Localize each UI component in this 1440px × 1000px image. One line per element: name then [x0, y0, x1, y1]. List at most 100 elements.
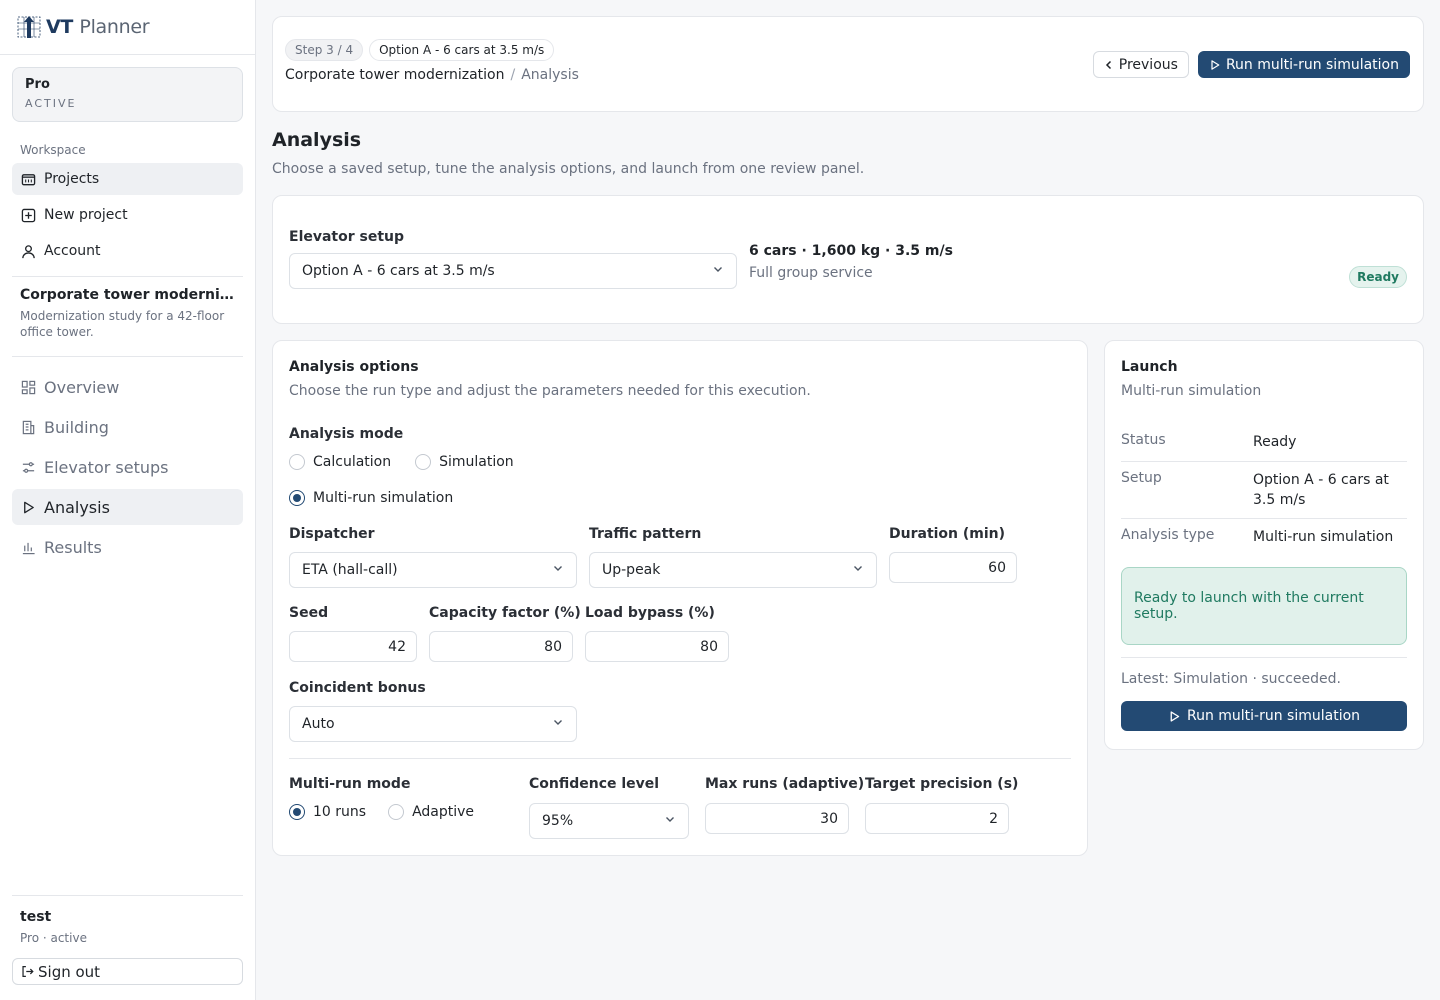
page-title: Analysis	[272, 129, 362, 151]
latest-run-status: Latest: Simulation · succeeded.	[1121, 671, 1341, 687]
row-value: Option A - 6 cars at 3.5 m/s	[1253, 472, 1389, 508]
previous-button[interactable]: Previous	[1092, 51, 1189, 78]
app-logo[interactable]: VT Planner	[0, 0, 255, 55]
launch-run-button[interactable]: Run multi-run simulation	[1121, 701, 1407, 731]
radio-label: Calculation	[313, 454, 392, 470]
row-key: Setup	[1121, 470, 1162, 486]
chevron-down-icon	[664, 813, 676, 829]
multi-run-mode-label: Multi-run mode	[289, 776, 411, 792]
sliders-icon	[20, 459, 36, 475]
user-icon	[20, 243, 36, 259]
sidebar-item-overview[interactable]: Overview	[12, 369, 243, 405]
chevron-down-icon	[552, 716, 564, 732]
building-icon	[20, 419, 36, 435]
sidebar-item-label: Account	[44, 243, 101, 259]
duration-input[interactable]: 60	[889, 552, 1017, 583]
radio-label: 10 runs	[313, 804, 367, 820]
mode-multi-run-radio[interactable]: Multi-run simulation	[289, 490, 453, 506]
launch-type-row: Analysis type Multi-run simulation	[1121, 519, 1407, 557]
project-description: Modernization study for a 42-floor offic…	[20, 309, 225, 339]
target-precision-input[interactable]: 2	[865, 803, 1009, 834]
seed-input[interactable]: 42	[289, 631, 417, 662]
load-bypass-input[interactable]: 80	[585, 631, 729, 662]
confidence-level-label: Confidence level	[529, 776, 660, 792]
dispatcher-label: Dispatcher	[289, 526, 375, 542]
breadcrumb-current: Analysis	[521, 67, 579, 83]
breadcrumb-separator: /	[510, 67, 516, 83]
workspace-label: Workspace	[20, 143, 86, 157]
play-icon	[1209, 59, 1221, 71]
radio-dot	[388, 804, 405, 820]
divider	[12, 356, 243, 357]
max-runs-input[interactable]: 30	[705, 803, 849, 834]
capacity-factor-input[interactable]: 80	[429, 631, 573, 662]
load-bypass-label: Load bypass (%)	[585, 605, 715, 621]
mode-calculation-radio[interactable]: Calculation	[289, 454, 391, 470]
breadcrumb-project[interactable]: Corporate tower modernization	[285, 67, 504, 83]
page-subtitle: Choose a saved setup, tune the analysis …	[272, 161, 865, 177]
confidence-level-select[interactable]: 95%	[529, 803, 689, 839]
dispatcher-value: ETA (hall-call)	[302, 562, 398, 578]
capacity-factor-label: Capacity factor (%)	[429, 605, 581, 621]
elevator-setup-select[interactable]: Option A - 6 cars at 3.5 m/s	[289, 253, 737, 289]
radio-dot-checked	[289, 490, 305, 506]
coincident-bonus-value: Auto	[302, 716, 335, 732]
traffic-pattern-value: Up-peak	[602, 562, 661, 578]
radio-label: Simulation	[439, 454, 514, 470]
run-label: Run multi-run simulation	[1225, 56, 1399, 73]
plus-square-icon	[20, 207, 36, 223]
logo-icon	[17, 16, 41, 38]
launch-title: Launch	[1121, 359, 1178, 375]
elevator-setup-value: Option A - 6 cars at 3.5 m/s	[302, 263, 495, 279]
sidebar-item-elevator-setups[interactable]: Elevator setups	[12, 449, 243, 485]
bar-chart-icon	[20, 539, 36, 555]
sidebar-item-analysis[interactable]: Analysis	[12, 489, 243, 525]
current-project: Corporate tower modernizati... Moderniza…	[0, 277, 255, 356]
sidebar-item-projects[interactable]: Projects	[12, 163, 243, 195]
sidebar-item-label: Results	[44, 537, 102, 557]
divider	[289, 758, 1071, 759]
sign-out-button[interactable]: Sign out	[12, 958, 243, 985]
folder-icon	[20, 171, 36, 187]
sidebar-item-label: Projects	[44, 171, 100, 187]
row-value: Ready	[1253, 434, 1297, 450]
sidebar-item-label: Building	[44, 417, 109, 437]
project-title: Corporate tower modernizati...	[20, 287, 235, 303]
duration-label: Duration (min)	[889, 526, 1006, 542]
page-header: Step 3 / 4 Option A - 6 cars at 3.5 m/s …	[272, 16, 1424, 112]
launch-setup-row: Setup Option A - 6 cars at 3.5 m/s	[1121, 462, 1407, 519]
seed-label: Seed	[289, 605, 329, 621]
sidebar-item-new-project[interactable]: New project	[12, 199, 243, 231]
user-plan: Pro · active	[20, 931, 87, 945]
logo-text-light: Planner	[79, 16, 150, 38]
sidebar-item-results[interactable]: Results	[12, 529, 243, 565]
main-content: Step 3 / 4 Option A - 6 cars at 3.5 m/s …	[256, 0, 1440, 1000]
plan-card: Pro ACTIVE	[12, 67, 243, 122]
multi-run-10-runs-radio[interactable]: 10 runs	[289, 804, 366, 820]
options-subtitle: Choose the run type and adjust the param…	[289, 383, 811, 399]
mode-simulation-radio[interactable]: Simulation	[415, 454, 514, 470]
setup-spec: 6 cars · 1,600 kg · 3.5 m/s	[749, 243, 953, 259]
sidebar-item-account[interactable]: Account	[12, 235, 243, 267]
row-key: Analysis type	[1121, 527, 1215, 543]
launch-subtitle: Multi-run simulation	[1121, 383, 1262, 399]
multi-run-adaptive-radio[interactable]: Adaptive	[388, 804, 474, 820]
plan-status: ACTIVE	[25, 97, 77, 110]
play-icon	[20, 499, 36, 515]
ready-notice: Ready to launch with the current setup.	[1121, 567, 1407, 645]
chevron-down-icon	[852, 562, 864, 578]
sidebar-item-building[interactable]: Building	[12, 409, 243, 445]
radio-dot	[415, 454, 432, 470]
launch-status-row: Status Ready	[1121, 432, 1407, 462]
coincident-bonus-select[interactable]: Auto	[289, 706, 577, 742]
play-icon	[1168, 710, 1181, 723]
chevron-left-icon	[1104, 60, 1114, 70]
status-badge: Ready	[1349, 266, 1407, 288]
radio-dot	[289, 454, 305, 470]
sidebar: VT Planner Pro ACTIVE Workspace Projects…	[0, 0, 256, 1000]
launch-button-label: Run multi-run simulation	[1186, 708, 1361, 724]
traffic-pattern-select[interactable]: Up-peak	[589, 552, 877, 588]
launch-card: Launch Multi-run simulation Status Ready…	[1104, 340, 1424, 750]
dispatcher-select[interactable]: ETA (hall-call)	[289, 552, 577, 588]
run-simulation-button[interactable]: Run multi-run simulation	[1197, 51, 1410, 78]
